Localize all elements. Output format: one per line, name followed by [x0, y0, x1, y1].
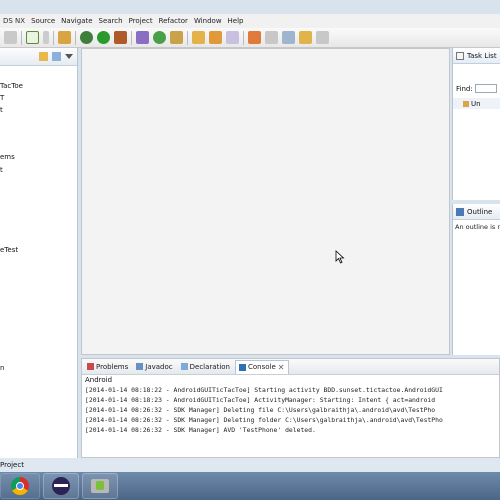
console-line: [2014-01-14 08:26:32 - SDK Manager] Dele… [85, 406, 436, 414]
task-find-row: Find: [453, 84, 500, 93]
menu-help[interactable]: Help [225, 17, 247, 25]
category-icon [463, 100, 469, 107]
annotation-icon[interactable] [248, 31, 261, 44]
bottom-tabs: Problems Javadoc Declaration Console ✕ [82, 359, 499, 375]
outline-title: Outline [467, 207, 493, 216]
task-list-title: Task List [467, 51, 497, 60]
dropdown-icon[interactable] [43, 31, 49, 44]
tab-label: Declaration [189, 362, 230, 371]
window-title-fragment: DS NX [3, 17, 26, 25]
tree-item[interactable]: eTest [0, 246, 18, 254]
status-bar: Project [0, 458, 500, 472]
uncategorized-item[interactable]: Un [453, 98, 500, 109]
tree-item[interactable]: TacToe [0, 82, 23, 90]
console-line: [2014-01-14 08:26:32 - SDK Manager] AVD … [85, 426, 316, 434]
tree-item[interactable]: t [0, 166, 3, 174]
tab-outline[interactable]: Outline [453, 204, 500, 220]
toolbar-separator [187, 30, 188, 45]
console-line: [2014-01-14 08:18:22 - AndroidGUITicTacT… [85, 386, 443, 394]
toolbar-separator [131, 30, 132, 45]
prev-annotation-icon[interactable] [265, 31, 278, 44]
tab-label: Problems [96, 362, 129, 371]
bottom-panel: Problems Javadoc Declaration Console ✕ A… [81, 358, 500, 458]
task-list-icon [456, 51, 464, 60]
main-toolbar [0, 28, 500, 48]
menu-source[interactable]: Source [28, 17, 58, 25]
save-all-icon[interactable] [4, 31, 17, 44]
tree-item[interactable]: ems [0, 153, 15, 161]
javadoc-icon [136, 363, 144, 370]
tree-item[interactable]: t [0, 106, 3, 114]
external-tools-icon[interactable] [114, 31, 127, 44]
uncategorized-label: Un [471, 99, 481, 108]
console-line: [2014-01-14 08:26:32 - SDK Manager] Dele… [85, 416, 443, 424]
toolbar-separator [53, 30, 54, 45]
task-list-view: Task List Find: Un [452, 48, 500, 200]
view-menu-icon[interactable] [65, 54, 73, 59]
menu-navigate[interactable]: Navigate [58, 17, 95, 25]
tab-javadoc[interactable]: Javadoc [133, 360, 175, 374]
collapse-all-icon[interactable] [39, 52, 48, 61]
editor-area[interactable] [81, 48, 450, 355]
status-text: Project [0, 461, 24, 469]
tab-label: Javadoc [145, 362, 173, 371]
nav-arrow-icon[interactable] [316, 31, 329, 44]
sdk-manager-icon [91, 479, 109, 493]
checkbox-icon[interactable] [26, 31, 39, 44]
refresh-icon[interactable] [153, 31, 166, 44]
tab-problems[interactable]: Problems [84, 360, 131, 374]
menu-search[interactable]: Search [96, 17, 126, 25]
mouse-cursor-icon [335, 250, 345, 264]
explorer-header [0, 48, 77, 66]
outline-message: An outline is n [455, 223, 500, 231]
chrome-icon [11, 477, 29, 495]
toolbar-separator [21, 30, 22, 45]
search-icon[interactable] [209, 31, 222, 44]
debug-icon[interactable] [80, 31, 93, 44]
open-type-icon[interactable] [170, 31, 183, 44]
tab-label: Console [248, 363, 276, 371]
menu-project[interactable]: Project [126, 17, 156, 25]
console-line: [2014-01-14 08:18:23 - AndroidGUITicTacT… [85, 396, 436, 404]
close-icon[interactable]: ✕ [278, 363, 285, 372]
eclipse-icon [52, 477, 70, 495]
package-explorer: TacToe T t ems t eTest n [0, 48, 78, 458]
menu-bar: DS NX Source Navigate Search Project Ref… [0, 14, 500, 28]
open-folder-icon[interactable] [192, 31, 205, 44]
declaration-icon [180, 363, 188, 370]
console-name: Android [85, 376, 113, 384]
tree-item[interactable]: T [0, 94, 4, 102]
problems-icon [87, 363, 94, 370]
tab-task-list[interactable]: Task List [453, 48, 500, 64]
tab-declaration[interactable]: Declaration [178, 360, 233, 374]
new-package-icon[interactable] [136, 31, 149, 44]
console-icon [239, 363, 246, 371]
run-icon[interactable] [97, 31, 110, 44]
outline-view: Outline An outline is n [452, 204, 500, 355]
new-class-icon[interactable] [58, 31, 71, 44]
menu-window[interactable]: Window [191, 17, 225, 25]
tab-console[interactable]: Console ✕ [235, 359, 289, 374]
find-input[interactable] [474, 84, 497, 93]
toolbar-separator [243, 30, 244, 45]
pencil-icon[interactable] [226, 31, 239, 44]
toolbar-separator [75, 30, 76, 45]
link-editor-icon[interactable] [52, 52, 61, 61]
menu-refactor[interactable]: Refactor [156, 17, 191, 25]
console-output: [2014-01-14 08:18:22 - AndroidGUITicTacT… [82, 385, 496, 435]
find-label: Find: [456, 84, 473, 93]
taskbar-sdk-manager[interactable] [82, 473, 118, 499]
taskbar-eclipse[interactable] [43, 473, 79, 499]
taskbar [0, 472, 500, 500]
back-icon[interactable] [282, 31, 295, 44]
forward-arrow-icon[interactable] [299, 31, 312, 44]
taskbar-chrome[interactable] [0, 473, 40, 499]
outline-icon [456, 207, 464, 216]
tree-item[interactable]: n [0, 364, 4, 372]
